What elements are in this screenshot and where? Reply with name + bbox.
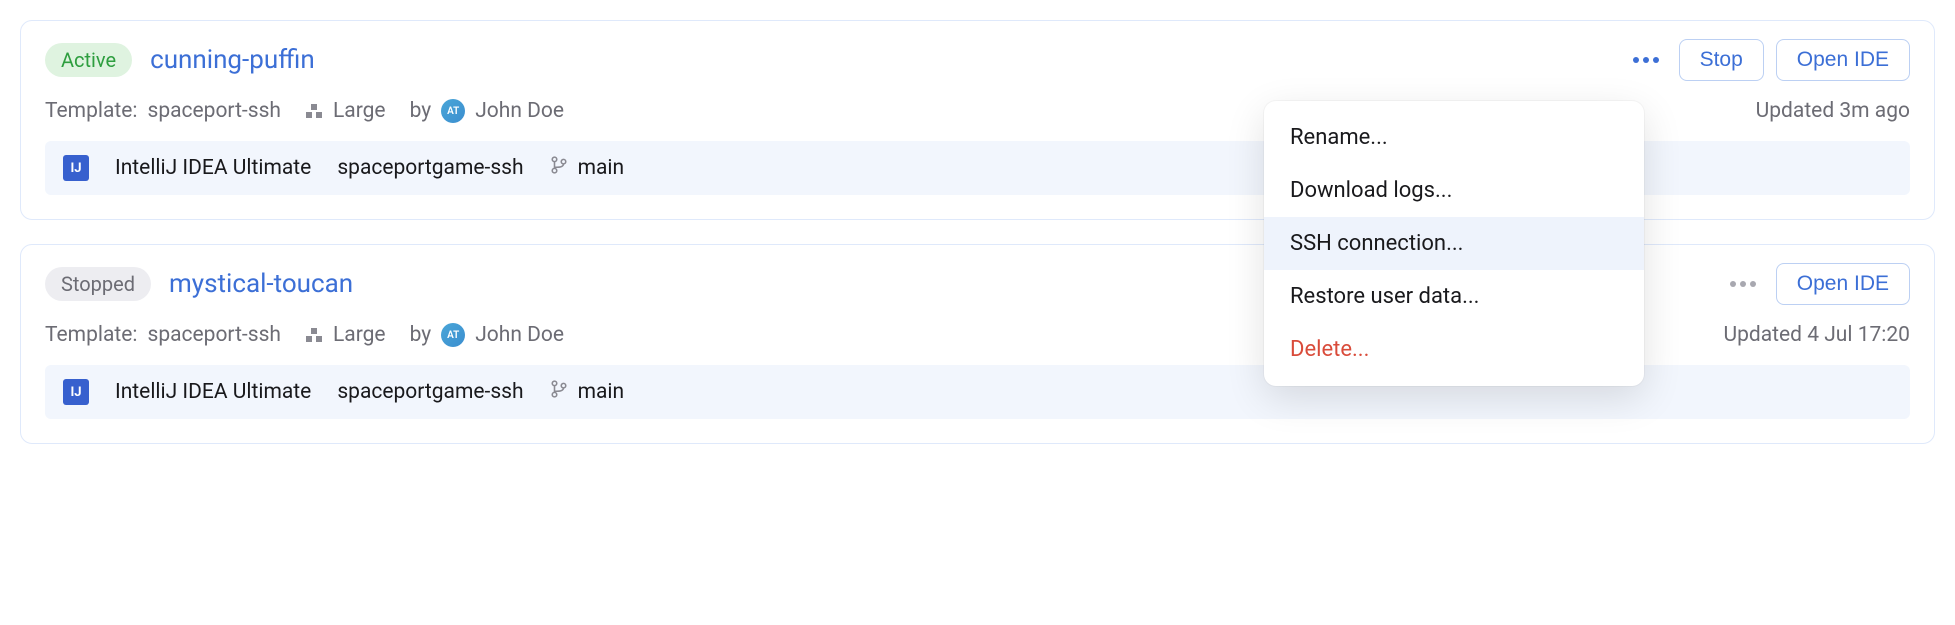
updated-time: Updated 4 Jul 17:20	[1723, 323, 1910, 347]
menu-delete[interactable]: Delete...	[1264, 323, 1644, 376]
open-ide-button[interactable]: Open IDE	[1776, 263, 1910, 305]
branch-info: main	[550, 380, 625, 404]
template-info: Template: spaceport-ssh	[45, 323, 281, 347]
open-ide-button[interactable]: Open IDE	[1776, 39, 1910, 81]
owner-info: by AT John Doe	[410, 323, 564, 347]
template-info: Template: spaceport-ssh	[45, 99, 281, 123]
updated-time: Updated 3m ago	[1756, 99, 1910, 123]
menu-ssh-connection[interactable]: SSH connection...	[1264, 217, 1644, 270]
branch-name: main	[578, 156, 625, 180]
card-header: Active cunning-puffin Stop Open IDE	[45, 39, 1910, 81]
ide-name: IntelliJ IDEA Ultimate	[115, 380, 311, 404]
size-info: Large	[305, 323, 386, 347]
template-value: spaceport-ssh	[147, 99, 281, 123]
ide-name: IntelliJ IDEA Ultimate	[115, 156, 311, 180]
template-label: Template:	[45, 99, 137, 123]
branch-name: main	[578, 380, 625, 404]
status-badge: Active	[45, 43, 132, 77]
by-label: by	[410, 99, 432, 123]
owner-name: John Doe	[475, 99, 564, 123]
more-actions-button[interactable]	[1625, 51, 1667, 69]
menu-download-logs[interactable]: Download logs...	[1264, 164, 1644, 217]
menu-rename[interactable]: Rename...	[1264, 111, 1644, 164]
branch-icon	[550, 380, 568, 404]
avatar: AT	[441, 99, 465, 123]
project-name: spaceportgame-ssh	[337, 156, 523, 180]
size-info: Large	[305, 99, 386, 123]
owner-name: John Doe	[475, 323, 564, 347]
dots-icon	[1633, 57, 1639, 63]
environment-name-link[interactable]: mystical-toucan	[169, 269, 353, 299]
size-value: Large	[333, 99, 386, 123]
intellij-icon: IJ	[63, 379, 89, 405]
header-actions: Open IDE	[1722, 263, 1910, 305]
branch-info: main	[550, 156, 625, 180]
owner-info: by AT John Doe	[410, 99, 564, 123]
environment-card: Active cunning-puffin Stop Open IDE Temp…	[20, 20, 1935, 220]
dots-icon	[1730, 281, 1736, 287]
avatar: AT	[441, 323, 465, 347]
by-label: by	[410, 323, 432, 347]
menu-restore-user-data[interactable]: Restore user data...	[1264, 270, 1644, 323]
project-name: spaceportgame-ssh	[337, 380, 523, 404]
intellij-icon: IJ	[63, 155, 89, 181]
status-badge: Stopped	[45, 267, 151, 301]
environment-name-link[interactable]: cunning-puffin	[150, 45, 315, 75]
environment-card: Stopped mystical-toucan Open IDE Templat…	[20, 244, 1935, 444]
template-value: spaceport-ssh	[147, 323, 281, 347]
sitemap-icon	[305, 104, 323, 118]
branch-icon	[550, 156, 568, 180]
header-actions: Stop Open IDE	[1625, 39, 1910, 81]
sitemap-icon	[305, 328, 323, 342]
context-menu: Rename... Download logs... SSH connectio…	[1264, 101, 1644, 386]
template-label: Template:	[45, 323, 137, 347]
size-value: Large	[333, 323, 386, 347]
stop-button[interactable]: Stop	[1679, 39, 1764, 81]
more-actions-button[interactable]	[1722, 275, 1764, 293]
